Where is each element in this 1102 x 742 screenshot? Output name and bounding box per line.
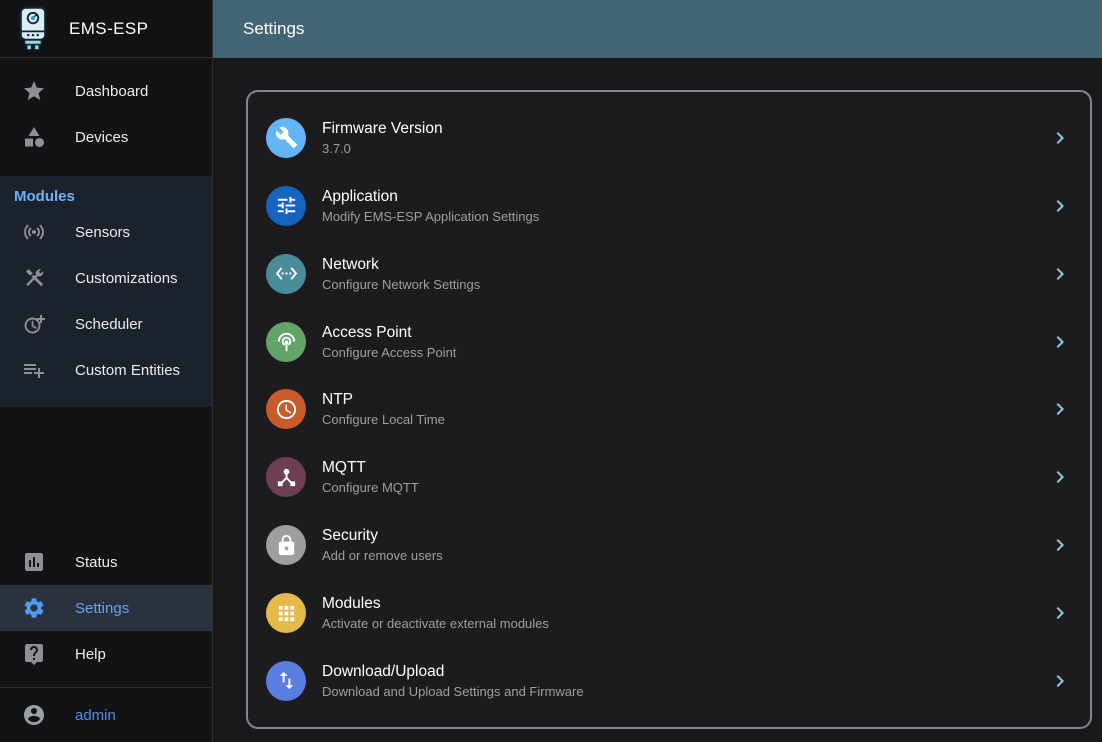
settings-row-download-upload[interactable]: Download/Upload Download and Upload Sett… [264,657,1074,705]
account-circle-icon [22,703,46,727]
row-subtitle: Add or remove users [322,548,1032,563]
sidebar-header: EMS-ESP [0,0,212,58]
row-subtitle: Configure Network Settings [322,277,1032,292]
row-subtitle: Download and Upload Settings and Firmwar… [322,684,1032,699]
signed-in-user: admin [75,707,116,724]
settings-row-ntp[interactable]: NTP Configure Local Time [264,385,1074,433]
sidebar-item-label: Scheduler [75,316,143,333]
tools-icon [22,266,46,290]
sidebar-item-dashboard[interactable]: Dashboard [0,68,212,114]
chevron-right-icon [1048,465,1072,489]
import-export-icon [266,661,306,701]
sidebar-item-label: Devices [75,129,128,146]
row-subtitle: Configure MQTT [322,480,1032,495]
settings-card: Firmware Version 3.7.0 Application Modif… [246,90,1092,729]
sidebar-item-label: Status [75,554,118,571]
sidebar-item-label: Sensors [75,224,130,241]
chevron-right-icon [1048,397,1072,421]
settings-row-security[interactable]: Security Add or remove users [264,521,1074,569]
ethernet-icon [266,254,306,294]
sidebar: EMS-ESP Dashboard Devices Modules Sensor… [0,0,213,742]
chevron-right-icon [1048,262,1072,286]
sidebar-item-label: Customizations [75,270,178,287]
modules-section-header: Modules [0,176,212,209]
wifi-tethering-icon [266,322,306,362]
app-bar: Settings [213,0,1102,58]
boiler-logo-icon [14,5,52,52]
sidebar-item-label: Help [75,646,106,663]
settings-row-modules[interactable]: Modules Activate or deactivate external … [264,589,1074,637]
chevron-right-icon [1048,126,1072,150]
help-bubble-icon [22,642,46,666]
clock-plus-icon [22,312,46,336]
chevron-right-icon [1048,533,1072,557]
sidebar-item-label: Dashboard [75,83,148,100]
page-title: Settings [243,19,304,39]
bar-chart-icon [22,550,46,574]
modules-section: Modules Sensors Customizations [0,176,212,407]
row-subtitle: 3.7.0 [322,141,1032,156]
row-subtitle: Activate or deactivate external modules [322,616,1032,631]
row-subtitle: Configure Access Point [322,345,1032,360]
sidebar-item-sensors[interactable]: Sensors [0,209,212,255]
settings-row-network[interactable]: Network Configure Network Settings [264,250,1074,298]
row-title: NTP [322,391,1032,409]
row-title: Access Point [322,324,1032,342]
row-subtitle: Modify EMS-ESP Application Settings [322,209,1032,224]
sidebar-item-settings[interactable]: Settings [0,585,212,631]
sidebar-item-devices[interactable]: Devices [0,114,212,160]
row-title: Modules [322,595,1032,613]
chevron-right-icon [1048,194,1072,218]
apps-icon [266,593,306,633]
clock-icon [266,389,306,429]
row-title: Application [322,188,1032,206]
star-icon [22,79,46,103]
device-hub-icon [266,457,306,497]
row-title: Download/Upload [322,663,1032,681]
chevron-right-icon [1048,330,1072,354]
row-title: Security [322,527,1032,545]
sidebar-item-custom-entities[interactable]: Custom Entities [0,347,212,393]
settings-row-access-point[interactable]: Access Point Configure Access Point [264,318,1074,366]
row-title: Network [322,256,1032,274]
sidebar-item-scheduler[interactable]: Scheduler [0,301,212,347]
wrench-icon [266,118,306,158]
sidebar-item-label: Settings [75,600,129,617]
row-title: MQTT [322,459,1032,477]
chevron-right-icon [1048,669,1072,693]
sidebar-item-label: Custom Entities [75,362,180,379]
tune-icon [266,186,306,226]
sidebar-item-status[interactable]: Status [0,539,212,585]
lock-icon [266,525,306,565]
row-subtitle: Configure Local Time [322,412,1032,427]
content-column: Settings Firmware Version 3.7.0 Applicat… [213,0,1102,742]
settings-row-application[interactable]: Application Modify EMS-ESP Application S… [264,182,1074,230]
settings-row-firmware-version[interactable]: Firmware Version 3.7.0 [264,114,1074,162]
row-title: Firmware Version [322,120,1032,138]
main-content: Firmware Version 3.7.0 Application Modif… [213,58,1102,742]
gear-icon [22,596,46,620]
sidebar-item-help[interactable]: Help [0,631,212,677]
category-icon [22,125,46,149]
playlist-add-icon [22,358,46,382]
sidebar-item-customizations[interactable]: Customizations [0,255,212,301]
sidebar-item-admin[interactable]: admin [0,688,212,742]
settings-row-mqtt[interactable]: MQTT Configure MQTT [264,453,1074,501]
sensors-icon [22,220,46,244]
app-title: EMS-ESP [69,19,148,39]
chevron-right-icon [1048,601,1072,625]
